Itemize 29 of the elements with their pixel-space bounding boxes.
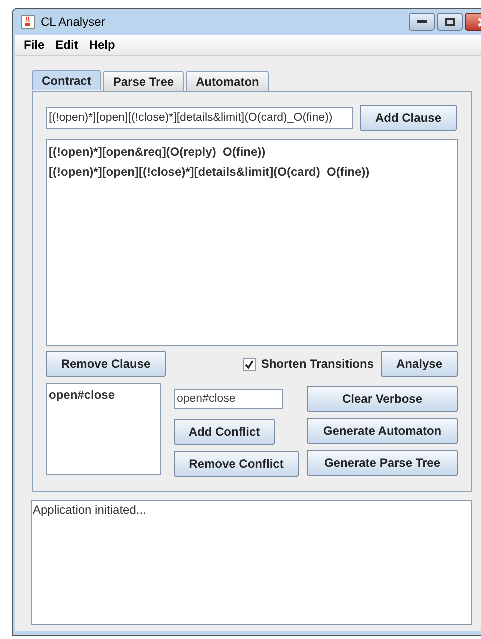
check-icon [245, 360, 254, 368]
log-line: Application initiated... [33, 502, 148, 519]
maximize-icon [445, 18, 455, 26]
minimize-icon [417, 20, 427, 24]
action-button[interactable]: Generate Parse Tree [307, 450, 458, 476]
conflict-input[interactable]: open#close [174, 389, 283, 409]
clause-input[interactable]: [(!open)*][open][(!close)*][details&limit](O(card)_O(fine)) [46, 107, 353, 129]
remove-conflict-button[interactable]: Remove Conflict [174, 451, 299, 477]
maximize-button[interactable] [437, 13, 463, 31]
conflict-item[interactable]: open#close [49, 386, 158, 404]
menu-item[interactable]: File [24, 36, 45, 54]
remove-clause-button[interactable]: Remove Clause [46, 351, 166, 377]
tab[interactable]: Contract [32, 70, 102, 90]
clause-item[interactable]: [(!open)*][open][(!close)*][details&limit](O(card)_O(fine)) [49, 163, 455, 181]
shorten-checkbox[interactable] [243, 358, 256, 370]
add-clause-button[interactable]: Add Clause [360, 105, 457, 131]
menu-item[interactable]: Edit [56, 36, 78, 54]
clause-item[interactable]: [(!open)*][open&req](O(reply)_O(fine)) [49, 143, 455, 161]
minimize-button[interactable] [409, 13, 435, 31]
window-title: CL Analyser [41, 14, 106, 31]
coffee-cup-icon [21, 15, 35, 29]
tab[interactable]: Automaton [186, 71, 270, 91]
tab[interactable]: Parse Tree [103, 71, 184, 91]
action-button[interactable]: Generate Automaton [307, 418, 458, 444]
menu-item[interactable]: Help [89, 36, 116, 54]
add-conflict-button[interactable]: Add Conflict [174, 419, 275, 445]
analyse-button[interactable]: Analyse [381, 351, 458, 377]
action-button[interactable]: Clear Verbose [307, 386, 458, 412]
checkbox-label: Shorten Transitions [261, 356, 374, 373]
